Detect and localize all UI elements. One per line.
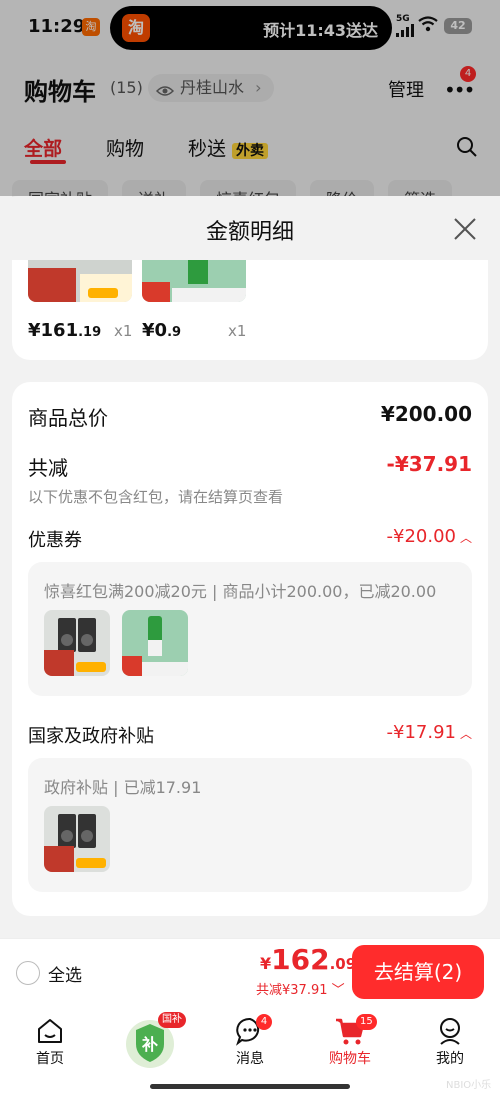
coupon-toggle[interactable]: -¥20.00 ︿ [387, 526, 473, 547]
home-indicator[interactable] [150, 1084, 350, 1089]
close-icon[interactable] [452, 216, 478, 242]
coupon-detail-text: 惊喜红包满200减20元 | 商品小计200.00，已减20.00 [44, 582, 437, 601]
coupon-label: 优惠券 [28, 530, 82, 551]
subsidy-detail-panel: 政府补贴 | 已减17.91 [28, 758, 472, 892]
select-all-label[interactable]: 全选 [48, 961, 82, 986]
tabbar-home-label: 首页 [36, 1051, 64, 1067]
coupon-value: -¥20.00 [386, 526, 456, 547]
product-price: ¥161.19 [28, 320, 102, 341]
saving-value: -¥37.91 [386, 452, 472, 476]
subsidy-detail-text: 政府补贴 | 已减17.91 [44, 778, 202, 797]
checkout-total: ¥162.09 [260, 943, 357, 976]
subsidy-label: 国家及政府补贴 [28, 726, 154, 747]
product-thumb-speaker [44, 806, 110, 872]
total-price-value: ¥200.00 [380, 402, 472, 426]
tabbar-me[interactable]: 我的 [410, 1014, 490, 1068]
product-image-glue[interactable] [142, 260, 246, 302]
checkout-button[interactable]: 去结算(2) [352, 945, 484, 999]
discount-summary[interactable]: 共减¥37.91 ﹀ [256, 979, 345, 998]
coupon-detail-panel: 惊喜红包满200减20元 | 商品小计200.00，已减20.00 [28, 562, 472, 696]
saving-label: 共减 [28, 456, 68, 480]
product-thumb-glue [122, 610, 188, 676]
home-icon [10, 1014, 90, 1048]
message-icon [210, 1014, 290, 1048]
product-image-speaker[interactable] [28, 260, 132, 302]
product-quantity: x1 [228, 322, 247, 340]
checkout-bar: 全选 ¥162.09 共减¥37.91 ﹀ 去结算(2) [0, 938, 500, 1008]
tabbar-subsidy-badge: 国补 [158, 1012, 186, 1028]
subsidy-value: -¥17.91 [386, 722, 456, 743]
saving-note: 以下优惠不包含红包，请在结算页查看 [28, 488, 284, 506]
tabbar-messages-badge: 4 [256, 1014, 272, 1030]
subsidy-toggle[interactable]: -¥17.91 ︿ [387, 722, 473, 743]
amount-detail-sheet: 金额明细 ¥161.19 x1 ¥0.9 x1 商品总价 ¥200.00 共减 … [0, 196, 500, 938]
tabbar-cart[interactable]: 购物车 15 [310, 1014, 390, 1068]
profile-icon [410, 1014, 490, 1048]
price-breakdown-card: 商品总价 ¥200.00 共减 -¥37.91 以下优惠不包含红包，请在结算页查… [12, 382, 488, 916]
tabbar-messages[interactable]: 消息 4 [210, 1014, 290, 1068]
chevron-up-icon: ︿ [459, 531, 472, 545]
watermark: NBIO小乐 [446, 1080, 492, 1091]
product-price: ¥0.9 [142, 320, 182, 341]
chevron-down-icon: ﹀ [331, 983, 345, 998]
shopping-cart-icon [310, 1014, 390, 1048]
total-price-label: 商品总价 [28, 406, 108, 430]
sheet-title: 金额明细 [205, 220, 294, 245]
dim-overlay[interactable] [0, 0, 500, 196]
chevron-up-icon: ︿ [459, 727, 472, 741]
svg-text:补: 补 [141, 1035, 158, 1054]
product-thumb-speaker [44, 610, 110, 676]
product-quantity: x1 [114, 322, 133, 340]
tabbar-subsidy[interactable]: 补 国补 [110, 1012, 190, 1070]
tabbar-messages-label: 消息 [236, 1051, 264, 1067]
tabbar-cart-badge: 15 [356, 1014, 377, 1030]
tabbar-home[interactable]: 首页 [10, 1014, 90, 1068]
tabbar-cart-label: 购物车 [329, 1051, 371, 1067]
select-all-checkbox[interactable] [16, 961, 40, 985]
tabbar-me-label: 我的 [436, 1051, 464, 1067]
product-list-card: ¥161.19 x1 ¥0.9 x1 [12, 260, 488, 360]
